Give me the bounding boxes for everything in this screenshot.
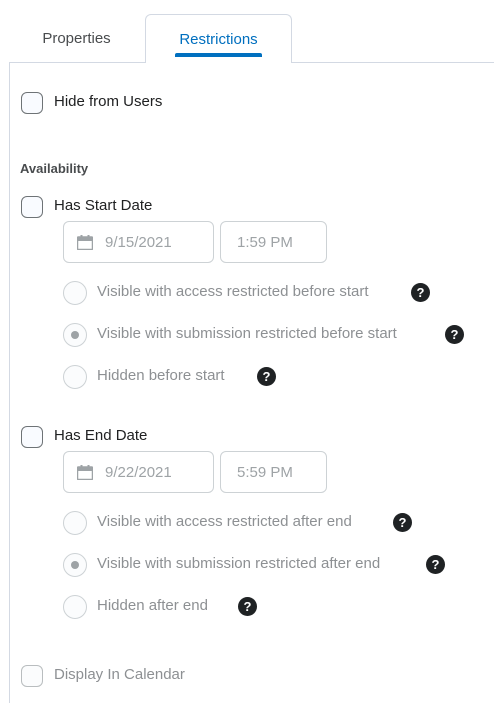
start-option-radio-1[interactable] [63,323,87,347]
hide-from-users-checkbox[interactable] [21,92,43,114]
tab-bar: Properties Restrictions [0,0,494,63]
has-end-date-label: Has End Date [54,427,148,444]
tab-properties-label: Properties [42,30,111,47]
end-time-value: 5:59 PM [237,463,293,481]
tab-active-indicator [175,53,262,57]
help-icon[interactable]: ? [257,367,276,386]
end-option-radio-1[interactable] [63,553,87,577]
start-option-radio-0[interactable] [63,281,87,305]
tab-restrictions[interactable]: Restrictions [145,14,292,63]
calendar-icon [77,464,93,480]
has-start-date-label: Has Start Date [54,197,153,214]
restrictions-panel: Properties Restrictions Hide from Users … [0,0,494,703]
start-date-value: 9/15/2021 [105,233,172,251]
tab-divider [10,62,146,63]
end-option-radio-0[interactable] [63,511,87,535]
has-start-date-checkbox[interactable] [21,196,43,218]
start-time-value: 1:59 PM [237,233,293,251]
end-option-label-1: Visible with submission restricted after… [97,555,381,572]
start-option-radio-2[interactable] [63,365,87,389]
calendar-icon [77,234,93,250]
end-time-input[interactable]: 5:59 PM [220,451,327,493]
start-date-input[interactable]: 9/15/2021 [63,221,214,263]
start-option-label-0: Visible with access restricted before st… [97,283,369,300]
tab-restrictions-label: Restrictions [179,30,258,48]
start-option-label-2: Hidden before start [97,367,225,384]
end-option-label-2: Hidden after end [97,597,208,614]
end-date-input[interactable]: 9/22/2021 [63,451,214,493]
tab-divider [291,62,494,63]
help-icon[interactable]: ? [426,555,445,574]
display-in-calendar-checkbox[interactable] [21,665,43,687]
tab-properties[interactable]: Properties [10,14,143,63]
availability-heading: Availability [20,161,89,176]
hide-from-users-label: Hide from Users [54,93,163,110]
start-option-label-1: Visible with submission restricted befor… [97,325,397,342]
has-end-date-checkbox[interactable] [21,426,43,448]
end-option-label-0: Visible with access restricted after end [97,513,352,530]
display-in-calendar-label: Display In Calendar [54,666,185,683]
help-icon[interactable]: ? [393,513,412,532]
panel-border [9,62,10,703]
help-icon[interactable]: ? [238,597,257,616]
help-icon[interactable]: ? [411,283,430,302]
end-option-radio-2[interactable] [63,595,87,619]
start-time-input[interactable]: 1:59 PM [220,221,327,263]
help-icon[interactable]: ? [445,325,464,344]
end-date-value: 9/22/2021 [105,463,172,481]
